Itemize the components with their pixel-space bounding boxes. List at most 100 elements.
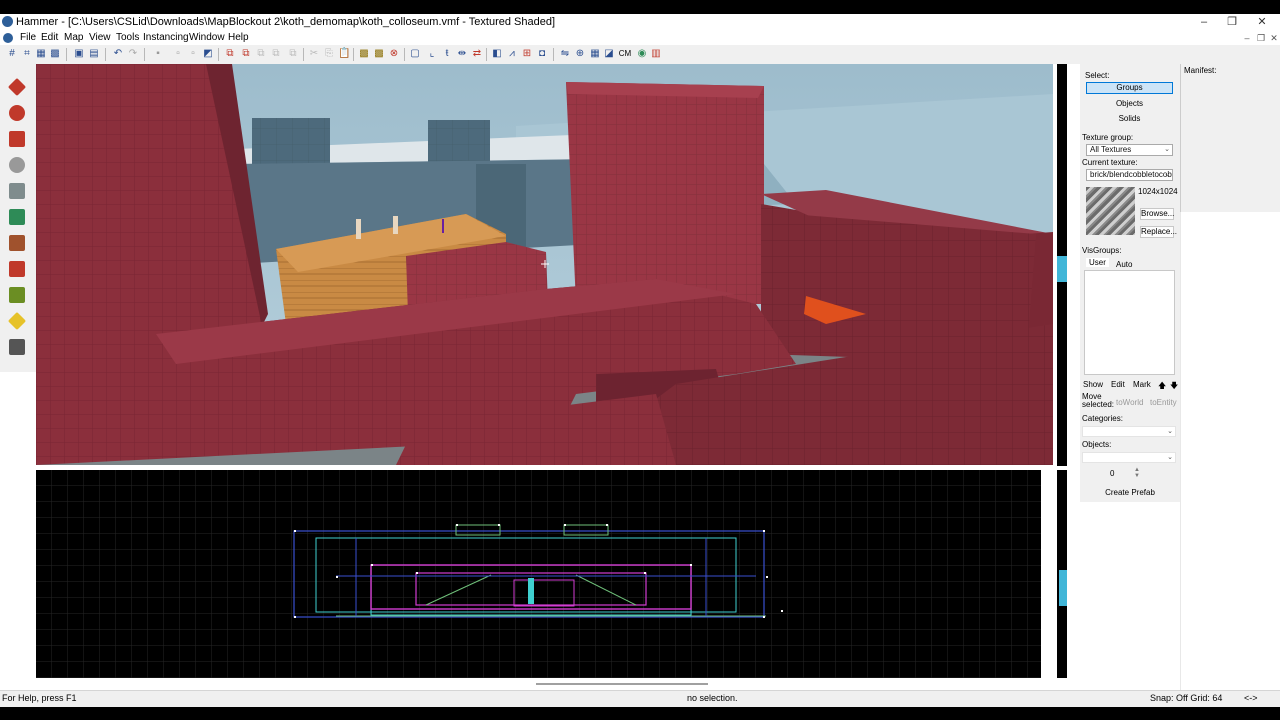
run-map-icon[interactable]: ⇄ (471, 48, 483, 60)
menu-window[interactable]: Window (189, 31, 225, 45)
flip-horizontal-icon[interactable]: ⧉ (224, 48, 236, 60)
flip-vertical-icon[interactable]: ⧉ (240, 48, 252, 60)
spin-arrows-icon[interactable]: ▲ ▼ (1134, 467, 1140, 479)
cubemap-button[interactable]: CM (617, 48, 633, 60)
texture-lock-icon[interactable]: ▩ (358, 48, 370, 60)
align-right-icon[interactable]: ⧉ (270, 48, 282, 60)
show-button[interactable]: Show (1083, 380, 1103, 389)
cut-icon[interactable]: ✂ (308, 48, 320, 60)
node-icon[interactable]: ⊞ (521, 48, 533, 60)
status-bar: For Help, press F1 no selection. Snap: O… (0, 690, 1280, 707)
scroll-thumb[interactable] (1059, 570, 1067, 606)
check-map-icon[interactable]: ▦ (589, 48, 601, 60)
close-button[interactable]: ✕ (1248, 14, 1276, 31)
mark-button[interactable]: Mark (1133, 380, 1151, 389)
create-prefab-button[interactable]: Create Prefab (1094, 486, 1166, 499)
texture-scale-lock-icon[interactable]: ▩ (373, 48, 385, 60)
move-to-world-icon[interactable]: ▫ (187, 48, 199, 60)
no-entry-icon[interactable]: ⊗ (388, 48, 400, 60)
align-left-icon[interactable]: ⧉ (255, 48, 267, 60)
tab-user[interactable]: User (1086, 258, 1109, 267)
carve-tool-icon[interactable]: ⇋ (559, 48, 571, 60)
vertex-tool-icon[interactable] (6, 336, 28, 358)
paste-icon[interactable]: 📋 (338, 48, 350, 60)
groups-button[interactable]: Groups (1086, 82, 1173, 94)
edit-button[interactable]: Edit (1111, 380, 1125, 389)
block-tool-icon[interactable] (6, 180, 28, 202)
clipping-tool-icon[interactable] (6, 310, 28, 332)
objects-button[interactable]: Objects (1086, 98, 1173, 110)
model-browser-icon[interactable]: ⊕ (574, 48, 586, 60)
cordon-icon[interactable]: ◩ (202, 48, 214, 60)
grid-3d-icon[interactable]: ⌗ (21, 48, 33, 60)
minimize-button[interactable]: – (1190, 14, 1218, 31)
menu-instancing[interactable]: Instancing (143, 31, 189, 45)
menu-map[interactable]: Map (64, 31, 83, 45)
menu-view[interactable]: View (89, 31, 111, 45)
2d-view-hscrollbar[interactable] (36, 678, 1057, 690)
magnify-tool-icon[interactable] (6, 102, 28, 124)
replace-button[interactable]: Replace... (1140, 226, 1177, 238)
sprite-icon[interactable]: ◘ (536, 48, 548, 60)
2d-grid-scene (36, 470, 1041, 678)
2d-view-scrollbar[interactable] (1057, 470, 1067, 678)
mdi-close-button[interactable]: ✕ (1267, 31, 1280, 45)
selection-box-icon[interactable]: ▢ (409, 48, 421, 60)
select-mode-icon[interactable]: ◧ (491, 48, 503, 60)
down-arrow-icon[interactable]: 🡇 (1170, 380, 1178, 394)
grid-smaller-icon[interactable]: ▦ (35, 48, 47, 60)
2d-top-viewport[interactable] (36, 470, 1041, 678)
run-icon[interactable]: ▥ (650, 48, 662, 60)
2d-view-gutter (1041, 470, 1057, 678)
entity-tool-icon[interactable] (6, 154, 28, 176)
menu-edit[interactable]: Edit (41, 31, 58, 45)
maximize-button[interactable]: ❐ (1218, 14, 1246, 31)
mdi-minimize-button[interactable]: – (1240, 31, 1254, 45)
camera-tool-icon[interactable] (6, 128, 28, 150)
current-texture-dropdown[interactable]: brick/blendcobbletocob ⌄ (1086, 169, 1173, 181)
scroll-thumb[interactable] (1057, 256, 1067, 282)
grid-toggle-icon[interactable]: # (6, 48, 18, 60)
current-texture-value: brick/blendcobbletocob (1090, 170, 1172, 179)
texture-group-dropdown[interactable]: All Textures ⌄ (1086, 144, 1173, 156)
up-arrow-icon[interactable]: 🡅 (1158, 380, 1166, 394)
3d-view-scrollbar[interactable] (1057, 64, 1067, 466)
path-icon[interactable]: ⩘ (506, 48, 518, 60)
hscroll-thumb[interactable] (536, 683, 708, 685)
grid-larger-icon[interactable]: ▩ (49, 48, 61, 60)
hide-icon[interactable]: ⇹ (456, 48, 468, 60)
menu-help[interactable]: Help (228, 31, 249, 45)
hollow-icon[interactable]: ▪ (152, 48, 164, 60)
browse-button[interactable]: Browse... (1140, 208, 1174, 220)
selection-tool-icon[interactable] (6, 76, 28, 98)
texture-application-icon[interactable]: ŧ (441, 48, 453, 60)
to-world-button[interactable]: toWorld (1116, 398, 1143, 407)
tab-auto[interactable]: Auto (1116, 260, 1132, 269)
categories-dropdown[interactable]: ⌄ (1082, 426, 1176, 437)
entity-report-icon[interactable]: ◪ (603, 48, 615, 60)
visgroups-list[interactable] (1084, 270, 1175, 375)
redo-icon[interactable]: ↷ (127, 48, 139, 60)
objects-count[interactable]: 0 (1110, 469, 1114, 478)
compile-icon[interactable]: ◉ (636, 48, 648, 60)
texture-tool-icon[interactable] (6, 206, 28, 228)
menu-tools[interactable]: Tools (116, 31, 139, 45)
decal-tool-icon[interactable] (6, 258, 28, 280)
overlay-tool-icon[interactable] (6, 284, 28, 306)
apply-texture-icon[interactable] (6, 232, 28, 254)
objects-dropdown[interactable]: ⌄ (1082, 452, 1176, 463)
toolbar-separator (144, 48, 145, 61)
snap-icon[interactable]: ⌞ (426, 48, 438, 60)
undo-icon[interactable]: ↶ (112, 48, 124, 60)
copy-icon[interactable]: ⎘ (323, 48, 335, 60)
align-top-icon[interactable]: ⧉ (287, 48, 299, 60)
menu-file[interactable]: File (20, 31, 36, 45)
texture-preview[interactable] (1086, 187, 1135, 235)
mdi-restore-button[interactable]: ❐ (1254, 31, 1268, 45)
to-entity-button[interactable]: toEntity (1150, 398, 1177, 407)
3d-textured-viewport[interactable] (36, 64, 1053, 465)
carve-icon[interactable]: ▣ (73, 48, 85, 60)
tie-to-entity-icon[interactable]: ▫ (172, 48, 184, 60)
group-icon[interactable]: ▤ (88, 48, 100, 60)
solids-button[interactable]: Solids (1086, 113, 1173, 125)
